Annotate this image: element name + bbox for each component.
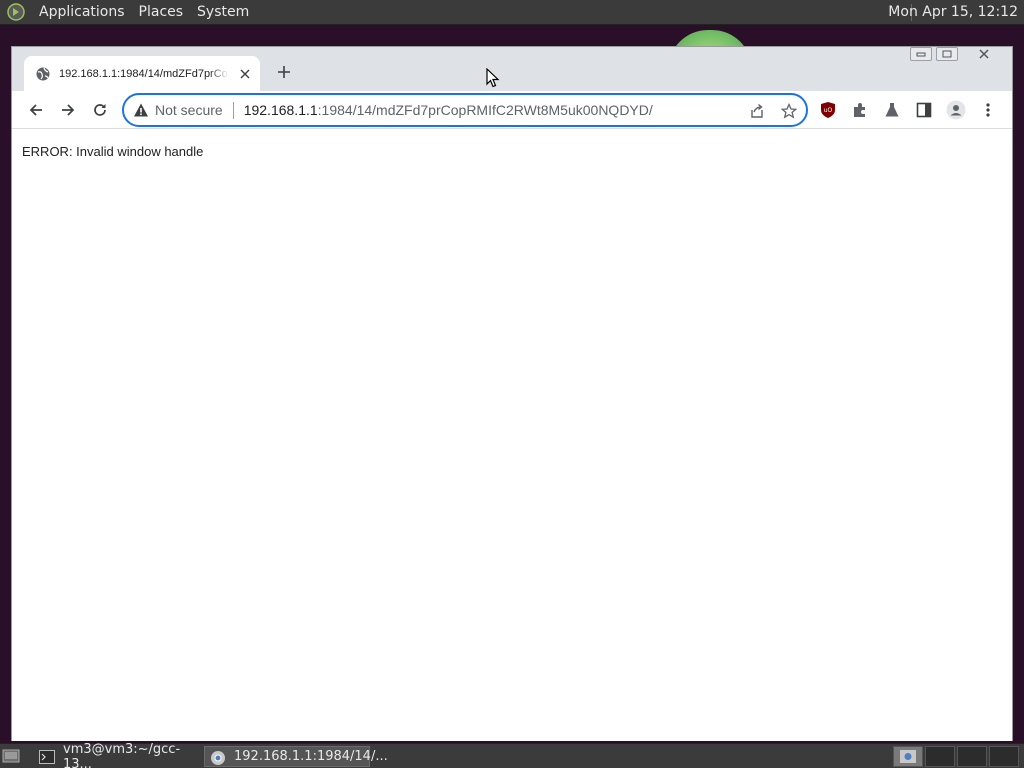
back-button[interactable] [25,99,47,121]
distro-logo-icon[interactable] [6,2,26,22]
error-message: ERROR: Invalid window handle [22,144,204,159]
browser-toolbar: Not secure 192.168.1.1:1984/14/mdZFd7prC… [12,91,1012,129]
more-menu-icon[interactable] [978,100,998,120]
svg-text:uO: uO [824,107,833,114]
tab-active[interactable]: 192.168.1.1:1984/14/mdZFd7prCopRMIfC2RWt… [24,56,260,91]
omnibox-divider [232,101,234,119]
address-bar[interactable]: Not secure 192.168.1.1:1984/14/mdZFd7prC… [122,93,808,127]
task-terminal[interactable]: vm3@vm3:~/gcc-13... [34,742,200,768]
ublock-icon[interactable]: uO [818,100,838,120]
extensions-puzzle-icon[interactable] [850,100,870,120]
close-icon[interactable] [237,66,253,82]
terminal-icon [39,749,55,764]
globe-icon [35,66,51,82]
warning-icon[interactable] [133,102,149,118]
reload-button[interactable] [89,99,111,121]
workspace-3[interactable] [957,746,987,767]
forward-button[interactable] [57,99,79,121]
new-tab-button[interactable] [274,62,294,82]
show-desktop-icon[interactable] [2,748,20,764]
page-content: ERROR: Invalid window handle [12,130,1012,741]
window-controls [910,47,1006,61]
task-label: 192.168.1.1:1984/14/... [234,749,388,764]
workspace-1[interactable] [893,746,923,767]
maximize-button[interactable] [936,47,958,61]
mouse-cursor-icon [486,68,500,88]
system-menu[interactable]: System [190,4,256,20]
applications-menu[interactable]: Applications [32,4,132,20]
top-panel: Applications Places System Mon Apr 15, 1… [0,0,1024,25]
workspace-4[interactable] [989,746,1019,767]
tab-strip[interactable]: 192.168.1.1:1984/14/mdZFd7prCopRMIfC2RWt… [12,47,1012,91]
places-menu[interactable]: Places [132,4,191,20]
profile-avatar-icon[interactable] [946,100,966,120]
url-path: :1984/14/mdZFd7prCopRMIfC2RWt8M5uk00NQDY… [317,102,653,118]
url-text[interactable]: 192.168.1.1:1984/14/mdZFd7prCopRMIfC2RWt… [244,102,653,118]
browser-window: 192.168.1.1:1984/14/mdZFd7prCopRMIfC2RWt… [11,46,1013,741]
bottom-taskbar: vm3@vm3:~/gcc-13... 192.168.1.1:1984/14/… [0,742,1024,768]
clock[interactable]: Mon Apr 15, 12:12 [888,4,1018,20]
task-label: vm3@vm3:~/gcc-13... [63,741,181,768]
task-browser[interactable]: 192.168.1.1:1984/14/... [204,746,388,767]
share-icon[interactable] [748,102,766,120]
security-label[interactable]: Not secure [155,102,223,118]
tab-title: 192.168.1.1:1984/14/mdZFd7prCopRMIfC2RWt… [59,67,229,80]
side-panel-icon[interactable] [914,100,934,120]
url-host: 192.168.1.1 [243,102,318,118]
close-window-button[interactable] [962,47,1006,61]
bookmark-star-icon[interactable] [780,102,798,120]
chrome-icon [210,750,226,765]
workspace-2[interactable] [925,746,955,767]
minimize-button[interactable] [910,47,932,61]
labs-flask-icon[interactable] [882,100,902,120]
